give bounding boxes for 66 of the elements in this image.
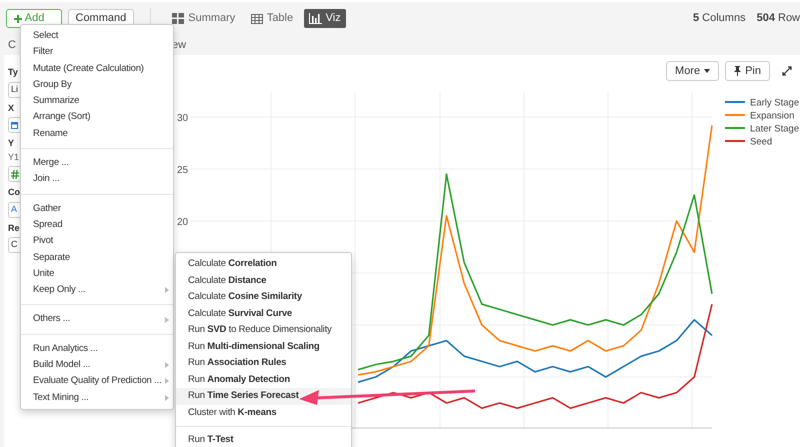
- submenu-caret-icon: [165, 378, 169, 384]
- caret-icon: [704, 69, 710, 73]
- legend-label: Seed: [750, 136, 772, 148]
- legend-label: Expansion: [750, 110, 794, 122]
- bar-chart-icon: [308, 13, 322, 24]
- more-button[interactable]: More: [666, 61, 720, 81]
- expand-icon[interactable]: [782, 66, 792, 76]
- axis-tick-label: 30: [177, 112, 188, 124]
- view-tab[interactable]: Viz: [304, 9, 346, 28]
- menu-item[interactable]: Calculate Distance: [176, 272, 351, 289]
- pin-icon: [734, 66, 742, 76]
- menu-item[interactable]: Calculate Survival Curve: [176, 306, 351, 322]
- field-label: Re: [8, 222, 20, 234]
- menu-item[interactable]: Select: [21, 28, 173, 44]
- menu-item[interactable]: Rename: [21, 126, 173, 142]
- submenu-caret-icon: [165, 287, 169, 294]
- submenu-caret-icon: [165, 316, 169, 323]
- subtab-label[interactable]: C: [8, 37, 16, 54]
- legend-label: Early Stage: [750, 98, 800, 108]
- menu-item[interactable]: Mutate (Create Calculation): [21, 60, 173, 77]
- stat-label: 504 Row: [756, 11, 800, 26]
- menu-item[interactable]: Pivot: [21, 233, 173, 250]
- menu-item[interactable]: Build Model ...: [21, 357, 173, 374]
- menu-item[interactable]: Run Anomaly Detection: [176, 372, 351, 388]
- menu-item[interactable]: Arrange (Sort): [21, 109, 173, 126]
- menu-item[interactable]: Calculate Cosine Similarity: [176, 289, 351, 306]
- menu-item[interactable]: Spread: [21, 216, 173, 234]
- menu-item[interactable]: Gather: [21, 200, 173, 217]
- field-label: Ty: [8, 66, 18, 79]
- view-tab[interactable]: Summary: [167, 9, 240, 28]
- grid-icon: [172, 13, 184, 24]
- menu-item[interactable]: Text Mining ...: [21, 390, 173, 406]
- field-label: Co: [8, 186, 20, 199]
- submenu-caret-icon: [165, 362, 169, 368]
- menu-item[interactable]: Cluster with K-means: [176, 404, 351, 421]
- menu-item[interactable]: Run Analytics ...: [21, 340, 173, 358]
- menu-item[interactable]: Run Association Rules: [176, 355, 351, 372]
- menu-item[interactable]: Run Time Series Forecast: [176, 388, 351, 404]
- calendar-icon: [11, 121, 18, 129]
- field-label: Y: [8, 137, 14, 150]
- plus-icon: [14, 14, 22, 22]
- stat-label: 5 Columns: [692, 11, 746, 26]
- hash-icon: [11, 170, 19, 178]
- menu-item[interactable]: Join ...: [21, 171, 173, 188]
- menu-item[interactable]: Others ...: [21, 311, 173, 328]
- menu-item[interactable]: Run T-Test: [176, 432, 351, 447]
- menu-item[interactable]: Group By: [21, 76, 173, 94]
- menu-item[interactable]: Merge ...: [21, 155, 173, 172]
- menu-item[interactable]: Run SVD to Reduce Dimensionality: [176, 322, 351, 338]
- menu-item[interactable]: Filter: [21, 44, 173, 61]
- pin-button[interactable]: Pin: [725, 61, 770, 81]
- menu-item[interactable]: Calculate Correlation: [176, 256, 351, 272]
- view-tab[interactable]: Table: [246, 9, 298, 28]
- menu-item[interactable]: Unite: [21, 266, 173, 282]
- field-note: Y1: [8, 150, 20, 164]
- axis-tick-label: 20: [177, 216, 188, 228]
- legend-label: Later Stage: [750, 124, 800, 134]
- axis-tick-label: 25: [177, 164, 188, 176]
- field-label: X: [8, 102, 14, 114]
- table-icon: [250, 14, 263, 24]
- menu-item[interactable]: Separate: [21, 250, 173, 266]
- menu-item[interactable]: Keep Only ...: [21, 282, 173, 298]
- menu-item[interactable]: Run Multi-dimensional Scaling: [176, 338, 351, 355]
- menu-item[interactable]: Evaluate Quality of Prediction ...: [21, 373, 173, 390]
- submenu-caret-icon: [165, 394, 169, 401]
- menu-item[interactable]: Summarize: [21, 93, 173, 110]
